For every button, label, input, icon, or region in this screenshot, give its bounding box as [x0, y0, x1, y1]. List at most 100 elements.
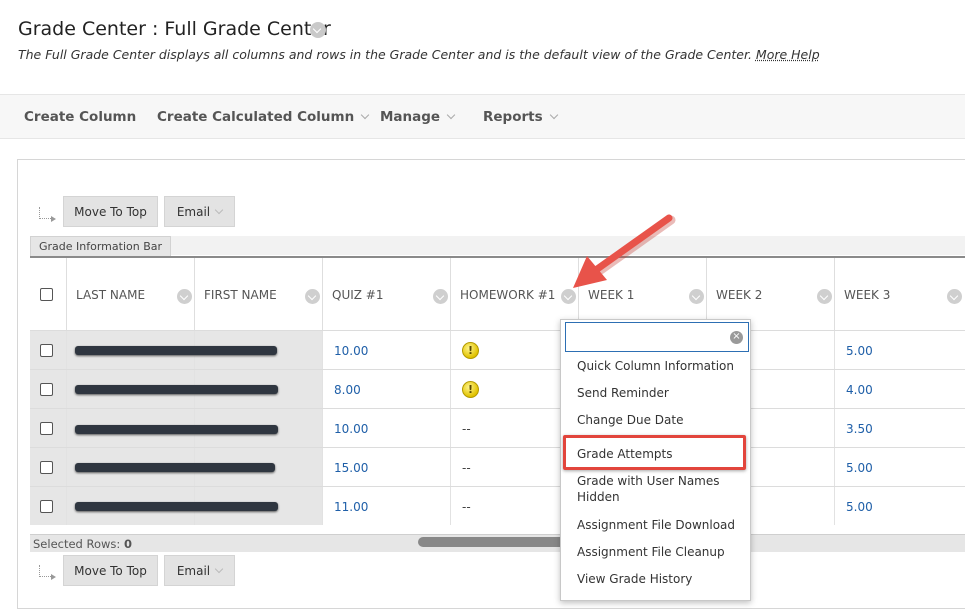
annotation-arrow-icon: [573, 214, 676, 288]
empty-grade-value: --: [462, 461, 471, 475]
table-row: 11.00 -- 5.00: [30, 486, 965, 525]
column-header-label: WEEK 3: [844, 288, 891, 302]
column-header-last-name[interactable]: LAST NAME: [67, 258, 195, 330]
needs-grading-icon[interactable]: !: [462, 381, 479, 398]
redaction-bar: [75, 502, 278, 511]
row-checkbox[interactable]: [40, 422, 53, 435]
table-row: 10.00 ! 5.00: [30, 330, 965, 369]
table-row: 8.00 ! 4.00: [30, 369, 965, 408]
grade-value[interactable]: 5.00: [846, 500, 873, 514]
menu-item-assignment-file-download[interactable]: Assignment File Download: [577, 517, 745, 533]
chevron-down-icon: [214, 564, 224, 574]
grade-value[interactable]: 8.00: [334, 383, 361, 397]
create-calculated-column-label: Create Calculated Column: [157, 109, 355, 125]
email-button[interactable]: Email: [164, 196, 235, 227]
horizontal-scrollbar[interactable]: [418, 537, 578, 547]
column-context-menu: × Quick Column Information Send Reminder…: [560, 319, 751, 601]
week-3-cell[interactable]: 5.00: [835, 331, 965, 369]
chevron-down-icon[interactable]: [433, 289, 448, 304]
move-to-top-button[interactable]: Move To Top: [63, 196, 158, 227]
selected-rows-count: 0: [123, 537, 132, 551]
quiz-1-cell[interactable]: 8.00: [323, 370, 451, 408]
grade-table: LAST NAME FIRST NAME QUIZ #1 HOMEWORK #1…: [30, 256, 965, 525]
grade-value[interactable]: 11.00: [334, 500, 368, 514]
week-3-cell[interactable]: 5.00: [835, 448, 965, 486]
grade-value[interactable]: 10.00: [334, 344, 368, 358]
menu-item-view-grade-history[interactable]: View Grade History: [577, 571, 745, 587]
needs-grading-icon[interactable]: !: [462, 342, 479, 359]
column-header-label: HOMEWORK #1: [460, 288, 556, 302]
chevron-down-icon[interactable]: [689, 289, 704, 304]
row-checkbox[interactable]: [40, 461, 53, 474]
menu-item-quick-column-information[interactable]: Quick Column Information: [577, 358, 745, 374]
page-title: Grade Center : Full Grade Center: [18, 18, 331, 40]
chevron-down-icon[interactable]: [177, 289, 192, 304]
row-select-cell: [30, 409, 67, 447]
column-header-label: LAST NAME: [76, 288, 146, 302]
menu-search-input[interactable]: ×: [565, 322, 749, 352]
manage-menu[interactable]: Manage: [380, 109, 456, 125]
move-to-top-button-bottom[interactable]: Move To Top: [63, 555, 158, 586]
chevron-down-icon: [360, 110, 370, 120]
menu-item-grade-attempts[interactable]: Grade Attempts: [577, 446, 745, 462]
row-select-cell: [30, 370, 67, 408]
row-checkbox[interactable]: [40, 383, 53, 396]
column-header-quiz-1[interactable]: QUIZ #1: [323, 258, 451, 330]
redaction-bar: [75, 385, 278, 394]
chevron-down-icon[interactable]: [817, 289, 832, 304]
reports-menu[interactable]: Reports: [483, 109, 558, 125]
quiz-1-cell[interactable]: 10.00: [323, 409, 451, 447]
email-button-bottom[interactable]: Email: [164, 555, 235, 586]
menu-item-grade-with-user-names-hidden[interactable]: Grade with User Names Hidden: [577, 473, 745, 505]
empty-grade-value: --: [462, 500, 471, 514]
week-3-cell[interactable]: 3.50: [835, 409, 965, 447]
selected-rows-status: Selected Rows: 0: [33, 537, 132, 551]
row-select-cell: [30, 448, 67, 486]
column-header-label: FIRST NAME: [204, 288, 277, 302]
chevron-down-icon[interactable]: [305, 289, 320, 304]
menu-item-change-due-date[interactable]: Change Due Date: [577, 412, 745, 428]
column-header-week-3[interactable]: WEEK 3: [835, 258, 965, 330]
empty-grade-value: --: [462, 422, 471, 436]
quiz-1-cell[interactable]: 10.00: [323, 331, 451, 369]
action-bar: Create Column Create Calculated Column M…: [0, 94, 965, 139]
column-header-label: QUIZ #1: [332, 288, 384, 302]
quiz-1-cell[interactable]: 15.00: [323, 448, 451, 486]
column-header-first-name[interactable]: FIRST NAME: [195, 258, 323, 330]
row-select-cell: [30, 487, 67, 525]
grade-value[interactable]: 3.50: [846, 422, 873, 436]
grade-value[interactable]: 5.00: [846, 344, 873, 358]
menu-item-send-reminder[interactable]: Send Reminder: [577, 385, 745, 401]
menu-item-assignment-file-cleanup[interactable]: Assignment File Cleanup: [577, 544, 745, 560]
grade-value[interactable]: 4.00: [846, 383, 873, 397]
grade-value[interactable]: 15.00: [334, 461, 368, 475]
week-3-cell[interactable]: 5.00: [835, 487, 965, 525]
select-all-checkbox[interactable]: [40, 288, 53, 301]
grade-information-bar-tab[interactable]: Grade Information Bar: [30, 236, 172, 256]
row-checkbox[interactable]: [40, 344, 53, 357]
selected-rows-label: Selected Rows:: [33, 537, 121, 551]
email-label: Email: [176, 564, 211, 578]
row-select-cell: [30, 331, 67, 369]
move-to-top-label: Move To Top: [74, 564, 147, 578]
create-column-button[interactable]: Create Column: [24, 109, 136, 125]
table-row: 10.00 -- 3.50: [30, 408, 965, 447]
title-chevron-down-icon[interactable]: [310, 22, 326, 38]
create-calculated-column-menu[interactable]: Create Calculated Column: [157, 109, 370, 125]
clear-search-icon[interactable]: ×: [730, 331, 743, 344]
select-all-header: [30, 258, 67, 330]
move-to-top-label: Move To Top: [74, 205, 147, 219]
row-checkbox[interactable]: [40, 500, 53, 513]
grade-value[interactable]: 5.00: [846, 461, 873, 475]
chevron-down-icon[interactable]: [947, 289, 962, 304]
quiz-1-cell[interactable]: 11.00: [323, 487, 451, 525]
redaction-bar: [75, 463, 275, 472]
email-label: Email: [176, 205, 211, 219]
column-header-label: WEEK 2: [716, 288, 763, 302]
redaction-bar: [75, 425, 278, 434]
create-column-label: Create Column: [24, 109, 137, 125]
week-3-cell[interactable]: 4.00: [835, 370, 965, 408]
reports-label: Reports: [483, 109, 543, 125]
more-help-link[interactable]: More Help: [756, 47, 820, 62]
grade-value[interactable]: 10.00: [334, 422, 368, 436]
